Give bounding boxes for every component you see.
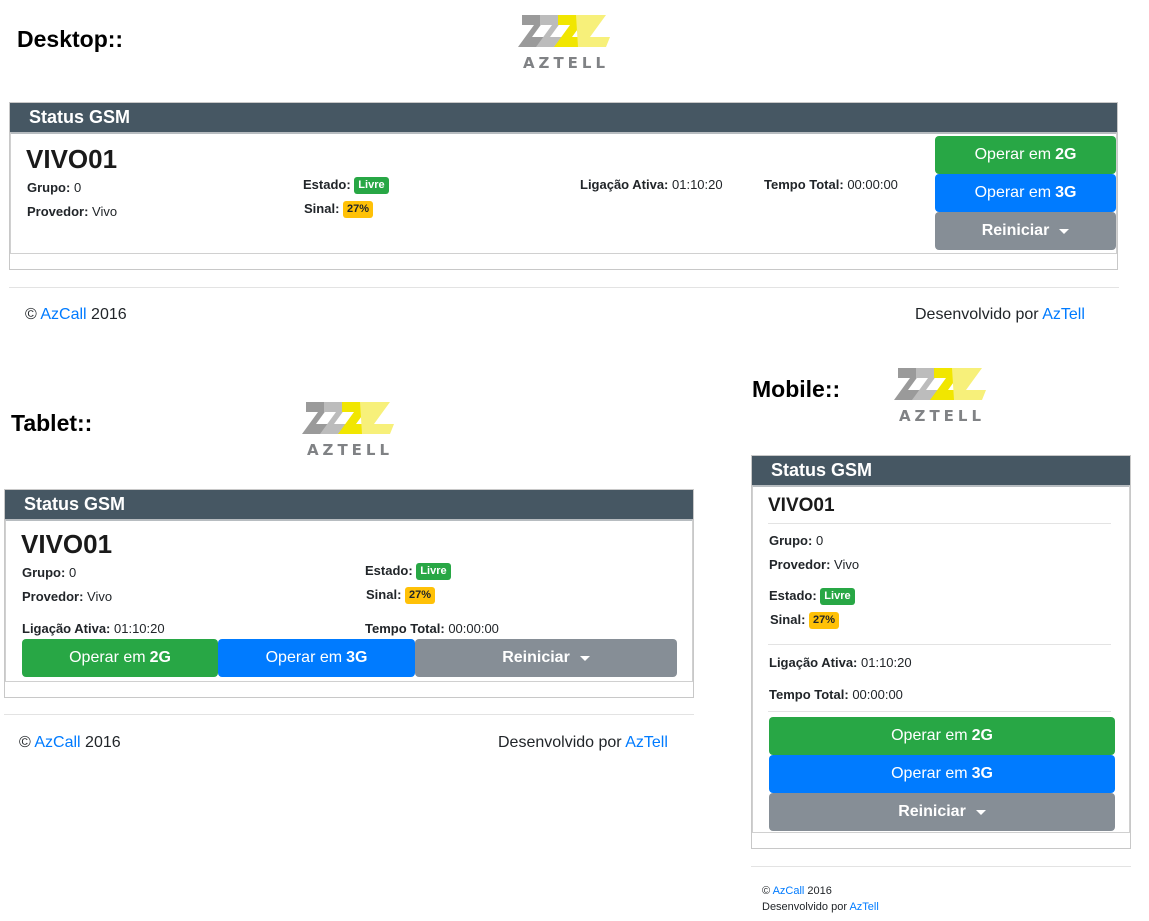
device-name: VIVO01 xyxy=(768,495,835,516)
divider xyxy=(768,523,1111,524)
caret-down-icon xyxy=(975,809,986,815)
azcall-link[interactable]: AzCall xyxy=(773,885,805,897)
aztell-link[interactable]: AzTell xyxy=(1042,306,1085,323)
gsm-card: VIVO01 Grupo: 0 Provedor: Vivo Estado: L… xyxy=(752,485,1130,833)
device-name: VIVO01 xyxy=(21,529,113,559)
mobile-footer: © AzCall 2016 Desenvolvido por AzTell xyxy=(762,883,879,915)
logo-text: AZTELL xyxy=(306,441,394,459)
operar-2g-button[interactable]: Operar em 2G xyxy=(935,136,1116,174)
gsm-card: VIVO01 Grupo: 0 Provedor: Vivo Estado: L… xyxy=(10,132,1117,254)
azcall-link[interactable]: AzCall xyxy=(40,306,86,323)
status-panel-mobile: Status GSM VIVO01 Grupo: 0 Provedor: Viv… xyxy=(751,455,1131,849)
operar-3g-button[interactable]: Operar em 3G xyxy=(769,755,1115,793)
device-name: VIVO01 xyxy=(26,144,118,174)
reiniciar-dropdown-button[interactable]: Reiniciar xyxy=(769,793,1115,831)
footer-developer: Desenvolvido por AzTell xyxy=(762,901,879,913)
estado-badge: Livre xyxy=(820,588,855,605)
aztell-logo: AZTELL xyxy=(302,399,398,459)
logo-text: AZTELL xyxy=(522,54,610,72)
tempo-field: Tempo Total: 00:00:00 xyxy=(769,687,903,702)
provedor-field: Provedor: Vivo xyxy=(22,589,113,604)
footer-copyright: © AzCall 2016 xyxy=(762,885,832,897)
ligacao-field: Ligação Ativa: 01:10:20 xyxy=(769,655,912,670)
aztell-logo: AZTELL xyxy=(894,365,990,425)
reiniciar-dropdown-button[interactable]: Reiniciar xyxy=(415,639,677,677)
sinal-badge: 27% xyxy=(405,587,436,604)
tablet-label: Tablet:: xyxy=(11,410,93,436)
panel-title: Status GSM xyxy=(5,490,693,519)
tempo-field: Tempo Total: 00:00:00 xyxy=(764,177,898,192)
panel-title: Status GSM xyxy=(10,103,1117,132)
estado-field: Estado: Livre xyxy=(303,177,389,194)
operar-2g-button[interactable]: Operar em 2G xyxy=(769,717,1115,755)
aztell-logo: AZTELL xyxy=(518,12,614,72)
divider xyxy=(768,644,1111,645)
footer-developer: Desenvolvido por AzTell xyxy=(915,306,1085,323)
sinal-field: Sinal: 27% xyxy=(304,201,374,218)
reiniciar-dropdown-button[interactable]: Reiniciar xyxy=(935,212,1116,250)
operar-3g-button[interactable]: Operar em 3G xyxy=(935,174,1116,212)
azcall-link[interactable]: AzCall xyxy=(34,734,80,751)
estado-badge: Livre xyxy=(416,563,451,580)
footer-divider xyxy=(9,287,1119,288)
sinal-badge: 27% xyxy=(809,612,840,629)
estado-badge: Livre xyxy=(354,177,389,194)
provedor-field: Provedor: Vivo xyxy=(769,557,860,572)
operar-2g-button[interactable]: Operar em 2G xyxy=(22,639,218,677)
status-panel-tablet: Status GSM VIVO01 Grupo: 0 Provedor: Viv… xyxy=(4,489,694,698)
caret-down-icon xyxy=(579,655,590,661)
grupo-field: Grupo: 0 xyxy=(22,565,77,580)
status-panel-desktop: Status GSM VIVO01 Grupo: 0 Provedor: Viv… xyxy=(9,102,1118,270)
divider xyxy=(768,711,1111,712)
footer-divider xyxy=(751,866,1131,867)
panel-title: Status GSM xyxy=(752,456,1130,485)
desktop-label: Desktop:: xyxy=(17,26,124,52)
aztell-link[interactable]: AzTell xyxy=(625,734,668,751)
estado-field: Estado: Livre xyxy=(769,588,855,605)
footer-copyright: © AzCall 2016 xyxy=(19,734,121,751)
tempo-field: Tempo Total: 00:00:00 xyxy=(365,621,499,636)
logo-text: AZTELL xyxy=(898,407,986,425)
grupo-field: Grupo: 0 xyxy=(769,533,824,548)
footer-copyright: © AzCall 2016 xyxy=(25,306,127,323)
footer-divider xyxy=(4,714,694,715)
gsm-card: VIVO01 Grupo: 0 Provedor: Vivo Estado: L… xyxy=(5,519,693,682)
ligacao-field: Ligação Ativa: 01:10:20 xyxy=(22,621,165,636)
sinal-field: Sinal: 27% xyxy=(366,587,436,604)
ligacao-field: Ligação Ativa: 01:10:20 xyxy=(580,177,723,192)
estado-field: Estado: Livre xyxy=(365,563,451,580)
sinal-field: Sinal: 27% xyxy=(770,612,840,629)
caret-down-icon xyxy=(1059,228,1070,234)
grupo-field: Grupo: 0 xyxy=(27,180,82,195)
provedor-field: Provedor: Vivo xyxy=(27,204,118,219)
aztell-link[interactable]: AzTell xyxy=(849,901,878,913)
footer-developer: Desenvolvido por AzTell xyxy=(498,734,668,751)
sinal-badge: 27% xyxy=(343,201,374,218)
mobile-label: Mobile:: xyxy=(752,376,841,402)
operar-3g-button[interactable]: Operar em 3G xyxy=(218,639,415,677)
